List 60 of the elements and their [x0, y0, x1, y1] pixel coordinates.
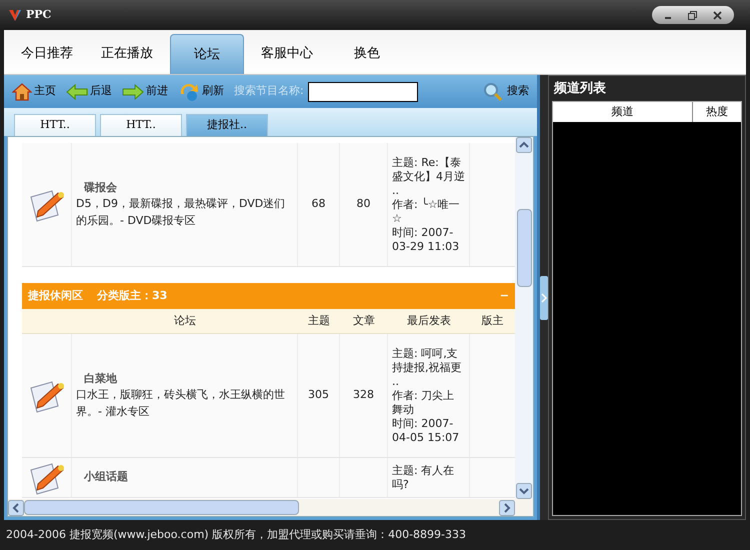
last-post-line: 作者: ╰☆唯一☆: [392, 198, 461, 226]
column-header: 文章: [352, 312, 376, 329]
forum-description: 口水王，版聊狂，砖头横飞，水王纵横的世界。- 灌水专区: [76, 387, 286, 420]
forum-description: D5，D9，最新碟报，最热碟评，DVD迷们的乐园。- DVD碟报专区: [76, 196, 286, 229]
column-header: 频道: [553, 102, 693, 122]
nav-tab[interactable]: 客服中心: [250, 34, 324, 74]
window-title: PPC: [26, 6, 52, 23]
nav-tab[interactable]: 换色: [330, 34, 404, 74]
nav-tab[interactable]: 今日推荐: [10, 34, 84, 74]
topic-count: 68: [312, 196, 326, 212]
panel-title: 频道列表: [552, 80, 607, 98]
category-moderator: 分类版主：33: [97, 288, 168, 304]
toolbar-button[interactable]: 前进: [122, 83, 168, 100]
page-tab[interactable]: HTT..: [14, 114, 96, 136]
status-text: 2004-2006 捷报宽频(www.jeboo.com) 版权所有，加盟代理或购买请垂询：400-8899-333: [6, 526, 466, 543]
category-title: 捷报休闲区: [28, 288, 83, 304]
search-field[interactable]: [308, 82, 418, 102]
page-tab[interactable]: 捷报社..: [186, 114, 268, 136]
restore-icon[interactable]: [688, 10, 697, 20]
toolbar-button[interactable]: 刷新: [178, 82, 224, 102]
search-label: 搜索节目名称:: [234, 83, 304, 100]
column-header: 版主: [480, 312, 504, 329]
column-header: 主题: [307, 312, 331, 329]
topic-count: 305: [308, 387, 329, 404]
scroll-down-icon[interactable]: [516, 483, 532, 499]
close-icon[interactable]: [713, 10, 722, 20]
search-icon: [483, 82, 503, 102]
forum-name[interactable]: 碟报会: [76, 180, 293, 196]
last-post-line: 作者: 刀尖上舞动: [392, 388, 456, 416]
forum-name[interactable]: 白菜地: [76, 370, 293, 388]
search-button[interactable]: 搜索: [483, 82, 529, 102]
column-header: 论坛: [173, 312, 197, 329]
horizontal-scrollbar[interactable]: [8, 499, 533, 516]
forum-name[interactable]: 小组话题: [76, 469, 293, 486]
page-tab[interactable]: HTT..: [100, 114, 182, 136]
app-logo-icon: [8, 8, 22, 22]
last-post-line: 主题: 呵呵,支持捷报,祝福更 ..: [392, 346, 462, 388]
right-arrow-icon: [122, 84, 144, 100]
toolbar-button[interactable]: 主页: [12, 82, 56, 100]
panel-toggle-icon[interactable]: [540, 276, 548, 320]
column-header: 最后发表: [406, 312, 452, 329]
house-icon: [12, 82, 32, 100]
toolbar-button[interactable]: 后退: [66, 83, 112, 100]
scroll-thumb[interactable]: [516, 209, 532, 287]
nav-tab[interactable]: 正在播放: [90, 34, 164, 74]
scroll-left-icon[interactable]: [8, 500, 24, 516]
post-count: 328: [353, 387, 374, 404]
scroll-thumb[interactable]: [24, 500, 299, 515]
column-header: 热度: [705, 104, 729, 120]
vertical-scrollbar[interactable]: [515, 137, 533, 499]
post-count: 80: [356, 196, 370, 212]
last-post-line: 时间: 2007-04-05 15:07: [392, 416, 460, 444]
nav-tab[interactable]: 论坛: [170, 34, 244, 74]
left-arrow-icon: [66, 84, 88, 100]
scroll-right-icon[interactable]: [499, 500, 515, 516]
last-post-line: 主题: 有人在吗?: [392, 464, 456, 492]
refresh-icon: [178, 82, 200, 102]
last-post-line: 主题: Re:【泰盛文化】4月逆 ..: [392, 156, 465, 198]
last-post-line: 时间: 2007-03-29 11:03: [392, 226, 460, 254]
scroll-up-icon[interactable]: [516, 137, 532, 153]
